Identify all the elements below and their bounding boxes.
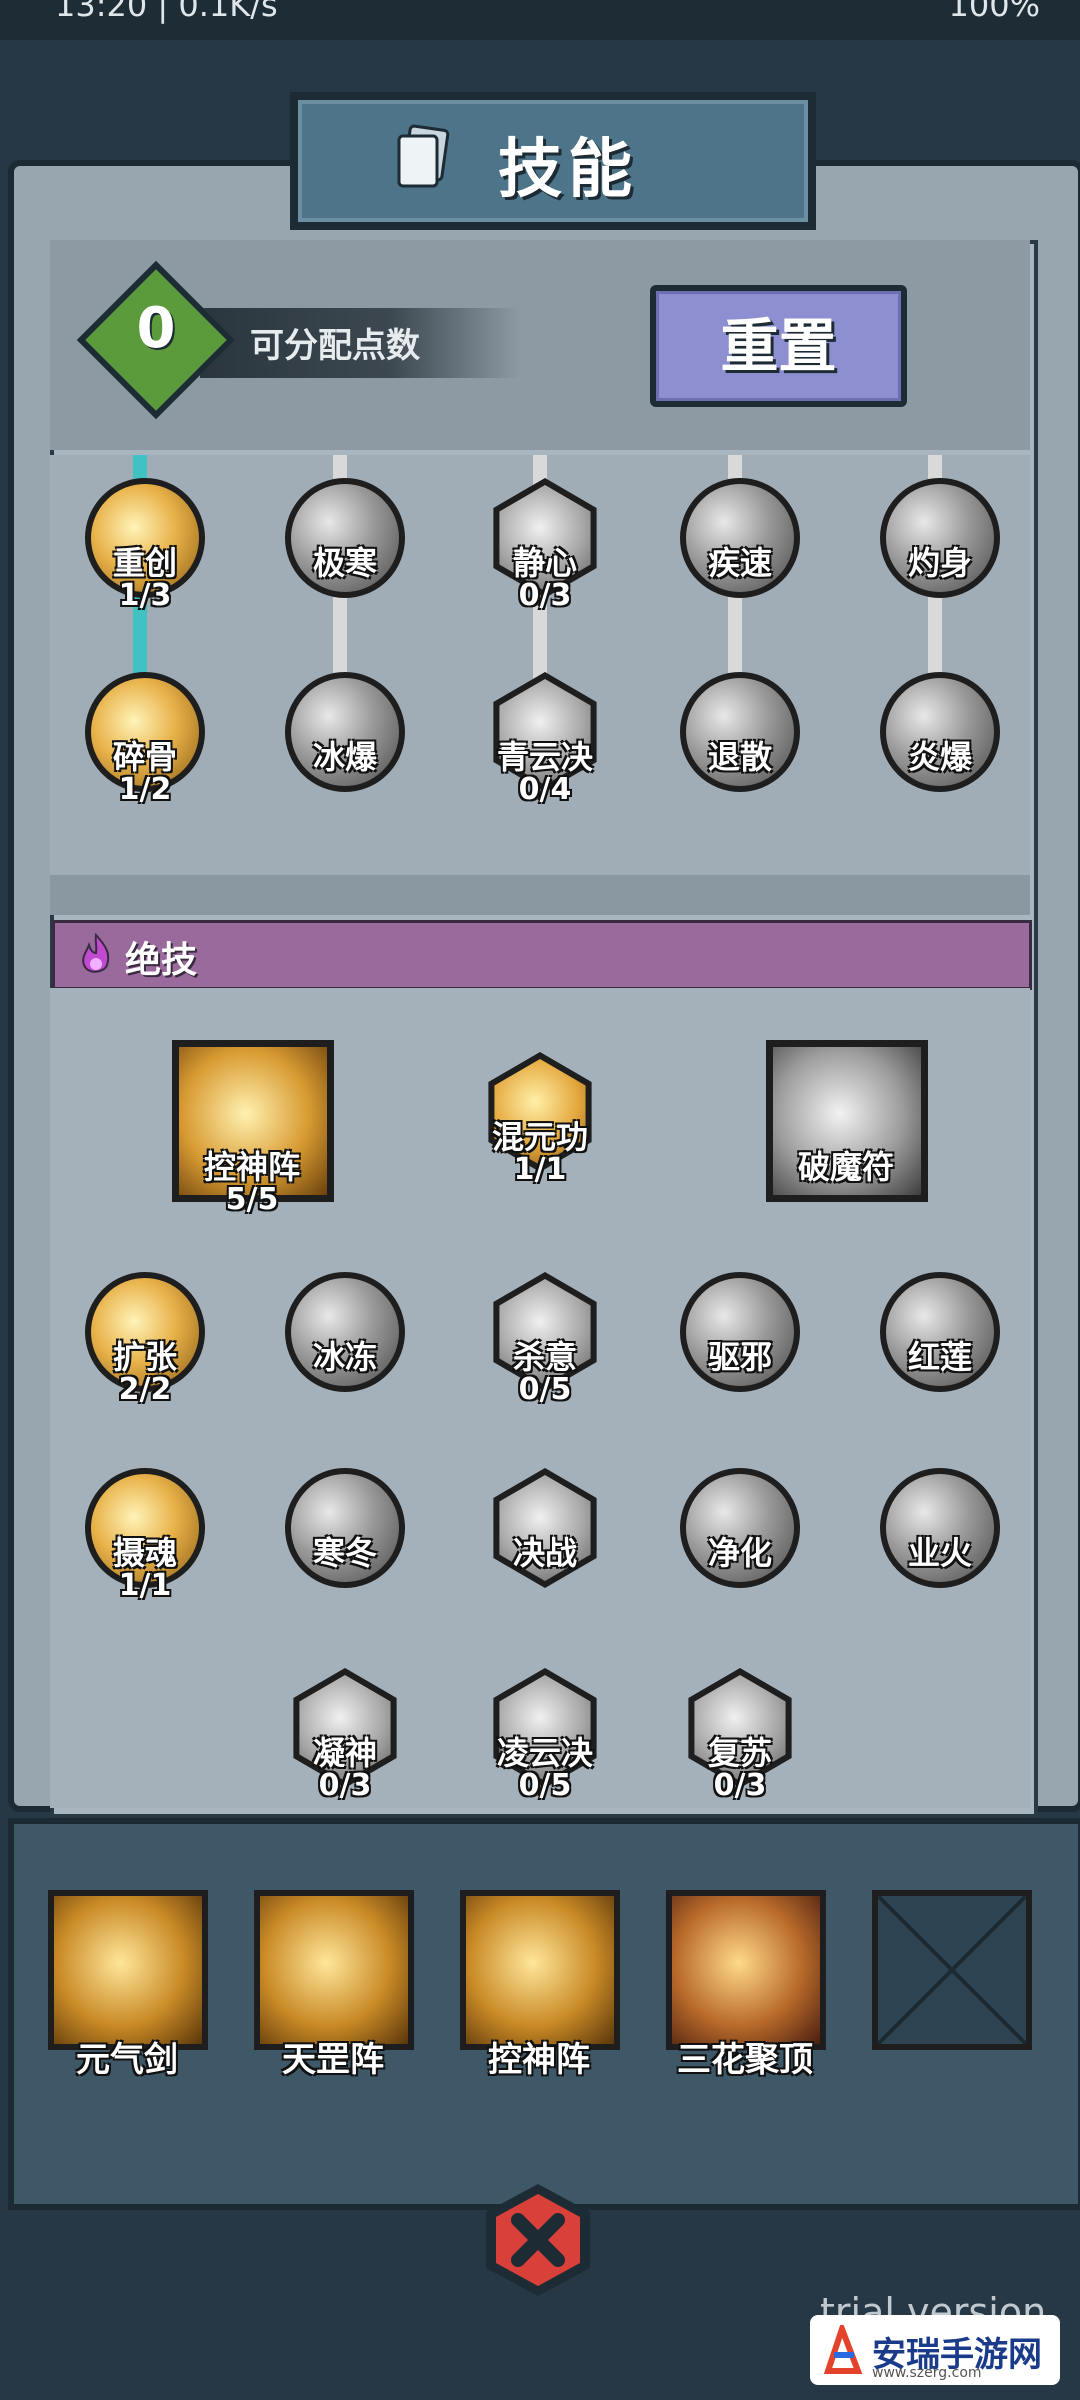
equipped-slot-label: 三花聚顶	[677, 2040, 813, 2080]
tree1-skill-node[interactable]: 重创 1/3	[85, 478, 205, 613]
points-badge: 0	[76, 260, 236, 420]
skill-name: 灼身	[907, 544, 972, 582]
skill-name: 驱邪	[707, 1338, 772, 1376]
tree1-skill-node[interactable]: 疾速	[680, 478, 800, 598]
skill-name: 红莲	[907, 1338, 972, 1376]
tree2-skill-node[interactable]: 混元功 1/1	[480, 1052, 600, 1187]
reset-button[interactable]: 重置	[650, 285, 907, 407]
tree2-skill-node[interactable]: 凌云决 0/5	[485, 1668, 605, 1803]
site-watermark: 安瑞手游网 www.szerg.com	[810, 2315, 1060, 2385]
skill-name: 决战	[512, 1534, 577, 1572]
skill-level: 5/5	[225, 1182, 279, 1217]
empty-slot[interactable]	[872, 1890, 1032, 2050]
skill-level: 0/5	[518, 1768, 572, 1803]
tree2-skill-node[interactable]: 复苏 0/3	[680, 1668, 800, 1803]
tree2-skill-node[interactable]: 决战	[485, 1468, 605, 1588]
tree2-skill-node[interactable]: 驱邪	[680, 1272, 800, 1392]
title-banner: 技能	[290, 92, 816, 230]
skill-name: 破魔符	[797, 1148, 894, 1186]
empty-slot-icon	[878, 1896, 1026, 2044]
status-left: 13:20 | 0.1K/s	[55, 0, 278, 24]
skill-level: 2/2	[118, 1372, 172, 1407]
tree1-skill-node[interactable]: 退散	[680, 672, 800, 792]
tree2-skill-node[interactable]: 控神阵 5/5	[172, 1040, 334, 1217]
skill-level: 0/3	[518, 578, 572, 613]
equipped-slot[interactable]	[48, 1890, 208, 2050]
tree1-skill-node[interactable]: 炎爆	[880, 672, 1000, 792]
skill-level: 0/4	[518, 772, 572, 807]
tree2-skill-node[interactable]: 扩张 2/2	[85, 1272, 205, 1407]
tree2-skill-node[interactable]: 冰冻	[285, 1272, 405, 1392]
tree2-skill-node[interactable]: 业火	[880, 1468, 1000, 1588]
cards-icon	[397, 124, 450, 188]
equipped-slot-label: 元气剑	[76, 2040, 178, 2080]
ultimate-section-header: 绝技	[52, 920, 1032, 990]
skill-name: 疾速	[707, 544, 772, 582]
tree1-skill-node[interactable]: 灼身	[880, 478, 1000, 598]
skill-name: 业火	[907, 1534, 972, 1572]
skill-name: 冰爆	[312, 738, 377, 776]
skill-level: 1/1	[118, 1568, 172, 1603]
page-title: 技能	[498, 133, 638, 207]
skill-name: 退散	[707, 738, 772, 776]
skill-name: 炎爆	[907, 738, 972, 776]
site-logo-icon	[823, 2325, 863, 2374]
sword-icon	[54, 1896, 202, 2044]
reset-button-label: 重置	[720, 312, 837, 380]
points-value: 0	[136, 296, 176, 361]
yinyang-icon	[260, 1896, 408, 2044]
tree2-skill-node[interactable]: 破魔符	[766, 1040, 928, 1202]
skill-level: 1/3	[118, 578, 172, 613]
equipped-slot-label: 天罡阵	[282, 2040, 384, 2080]
status-bar: 13:20 | 0.1K/s 100%	[0, 0, 1080, 40]
ultimate-label: 绝技	[125, 940, 198, 981]
skill-level: 1/1	[513, 1152, 567, 1187]
site-url: www.szerg.com	[872, 2365, 982, 2381]
skill-name: 净化	[707, 1534, 772, 1572]
skill-level: 1/2	[118, 772, 172, 807]
lotus-icon	[672, 1896, 820, 2044]
points-label: 可分配点数	[250, 326, 420, 366]
tree1-skill-node[interactable]: 极寒	[285, 478, 405, 598]
tree1-skill-node[interactable]: 冰爆	[285, 672, 405, 792]
tree2-skill-node[interactable]: 红莲	[880, 1272, 1000, 1392]
tree2-skill-node[interactable]: 凝神 0/3	[285, 1668, 405, 1803]
close-button[interactable]	[478, 2180, 598, 2300]
skill-level: 0/3	[713, 1768, 767, 1803]
skill-name: 冰冻	[312, 1338, 377, 1376]
equipped-slot[interactable]	[460, 1890, 620, 2050]
tree2-skill-node[interactable]: 杀意 0/5	[485, 1272, 605, 1407]
tree2-skill-node[interactable]: 净化	[680, 1468, 800, 1588]
skill-name: 寒冬	[312, 1534, 377, 1572]
tree1-skill-node[interactable]: 青云决 0/4	[485, 672, 605, 807]
equipped-slot[interactable]	[666, 1890, 826, 2050]
skill-level: 0/5	[518, 1372, 572, 1407]
section-divider	[50, 875, 1030, 915]
skill-level: 0/3	[318, 1768, 372, 1803]
tree2-skill-node[interactable]: 寒冬	[285, 1468, 405, 1588]
equipped-slot[interactable]	[254, 1890, 414, 2050]
tree1-skill-node[interactable]: 碎骨 1/2	[85, 672, 205, 807]
skill-name: 极寒	[312, 544, 377, 582]
status-right: 100%	[948, 0, 1040, 24]
orb-icon	[466, 1896, 614, 2044]
tree2-skill-node[interactable]: 摄魂 1/1	[85, 1468, 205, 1603]
equipped-slot-label: 控神阵	[488, 2040, 590, 2080]
flame-icon	[82, 933, 110, 973]
tree1-skill-node[interactable]: 静心 0/3	[485, 478, 605, 613]
